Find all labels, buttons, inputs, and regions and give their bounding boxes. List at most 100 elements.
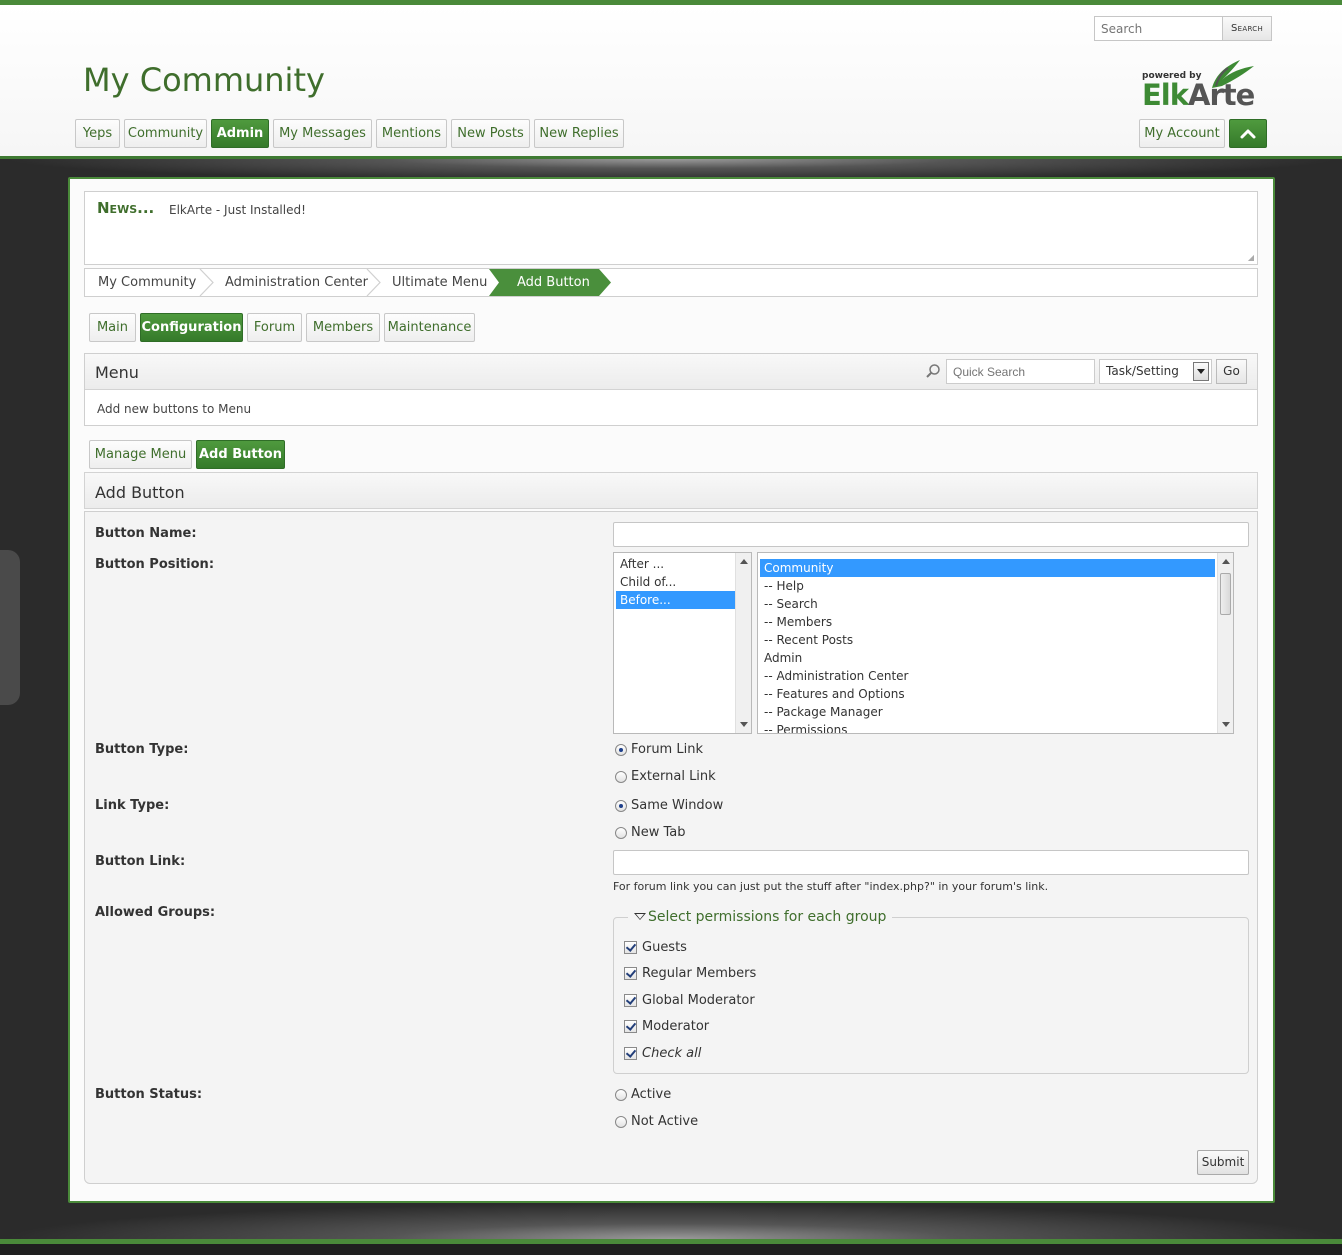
tab-maintenance[interactable]: Maintenance [384, 313, 475, 342]
link-type-label: Link Type: [95, 798, 170, 813]
brand-arte: Arte [1188, 78, 1255, 112]
tab-forum[interactable]: Forum [247, 313, 302, 342]
menu-section: Menu Task/Setting Go Add new buttons to … [84, 353, 1258, 426]
scroll-down-icon[interactable] [1222, 722, 1230, 727]
parent-option[interactable]: Admin [760, 649, 1215, 667]
menu-item-my-messages[interactable]: My Messages [273, 119, 372, 148]
radio-forum-link[interactable] [615, 744, 627, 756]
breadcrumb-item-add-button[interactable]: Add Button [517, 269, 590, 296]
checkbox-label: Check all [642, 1046, 702, 1061]
parent-option[interactable]: -- Help [760, 577, 1215, 595]
quick-search-go-button[interactable]: Go [1216, 359, 1247, 384]
menu-item-mentions[interactable]: Mentions [376, 119, 447, 148]
search-button[interactable]: Search [1222, 16, 1272, 41]
parent-option[interactable]: -- Package Manager [760, 703, 1215, 721]
parent-listbox-scrollbar[interactable] [1217, 553, 1233, 733]
menu-item-new-posts[interactable]: New Posts [451, 119, 530, 148]
manage-menu-tab[interactable]: Manage Menu [89, 440, 192, 469]
parent-option[interactable]: -- Administration Center [760, 667, 1215, 685]
menu-item-community[interactable]: Community [124, 119, 207, 148]
parent-option[interactable]: -- Features and Options [760, 685, 1215, 703]
radio-same-window[interactable] [615, 800, 627, 812]
menu-section-header: Menu Task/Setting Go [85, 354, 1257, 390]
add-button-tab[interactable]: Add Button [196, 440, 285, 469]
breadcrumb: My Community Administration Center Ultim… [84, 268, 1258, 297]
radio-label: Forum Link [631, 742, 703, 757]
scroll-up-icon[interactable] [740, 559, 748, 564]
quick-search-select-value: Task/Setting [1106, 364, 1179, 378]
quick-search-input[interactable] [946, 359, 1095, 384]
scroll-thumb[interactable] [1220, 573, 1231, 615]
checkbox[interactable] [624, 941, 637, 954]
chevron-up-icon [1240, 129, 1256, 139]
checkbox-label: Global Moderator [642, 993, 755, 1008]
breadcrumb-separator-icon [366, 269, 381, 296]
radio-not-active[interactable] [615, 1116, 627, 1128]
button-link-hint: For forum link you can just put the stuf… [613, 880, 1049, 893]
collapse-header-button[interactable] [1229, 119, 1267, 148]
button-link-input[interactable] [613, 850, 1249, 875]
menu-section-title: Menu [95, 363, 139, 382]
button-link-label: Button Link: [95, 854, 186, 869]
scroll-down-icon[interactable] [740, 722, 748, 727]
button-name-input[interactable] [613, 522, 1249, 547]
my-account-button[interactable]: My Account [1139, 119, 1225, 148]
parent-option[interactable]: Community [760, 559, 1215, 577]
checkbox[interactable] [624, 1047, 637, 1060]
menu-item-admin[interactable]: Admin [211, 119, 269, 148]
parent-option[interactable]: -- Members [760, 613, 1215, 631]
collapse-triangle-icon[interactable] [634, 913, 646, 920]
submit-button[interactable]: Submit [1197, 1150, 1249, 1175]
form-title: Add Button [95, 483, 185, 502]
magnifier-icon [926, 364, 940, 378]
button-status-label: Button Status: [95, 1087, 203, 1102]
add-button-form: Button Name: Button Position: After ... … [84, 511, 1258, 1184]
news-text: ElkArte - Just Installed! [169, 203, 306, 217]
position-option-child-of[interactable]: Child of... [616, 573, 735, 591]
menu-item-new-replies[interactable]: New Replies [534, 119, 624, 148]
tab-configuration[interactable]: Configuration [140, 313, 243, 342]
position-option-before[interactable]: Before... [616, 591, 735, 609]
tab-main[interactable]: Main [89, 313, 136, 342]
position-option-after[interactable]: After ... [616, 555, 735, 573]
checkbox-label: Guests [642, 940, 687, 955]
breadcrumb-item-my-community[interactable]: My Community [98, 269, 196, 296]
radio-label: Same Window [631, 798, 724, 813]
forum-title[interactable]: My Community [83, 61, 325, 99]
radio-external-link[interactable] [615, 771, 627, 783]
radio-label: Active [631, 1087, 672, 1102]
parent-option[interactable]: -- Permissions [760, 721, 1215, 733]
news-label: News... [97, 199, 155, 217]
radio-active[interactable] [615, 1089, 627, 1101]
resize-grip-icon[interactable]: ◢ [1248, 253, 1254, 262]
side-drawer-handle[interactable] [0, 550, 20, 705]
checkbox[interactable] [624, 994, 637, 1007]
checkbox[interactable] [624, 1020, 637, 1033]
quick-search-select[interactable]: Task/Setting [1099, 359, 1212, 384]
brand-elk: Elk [1142, 78, 1189, 112]
permissions-legend[interactable]: Select permissions for each group [628, 909, 893, 925]
search-input[interactable] [1094, 16, 1223, 41]
menu-item-yeps[interactable]: Yeps [75, 119, 120, 148]
brand-name: ElkArte [1142, 78, 1255, 112]
breadcrumb-separator-icon [199, 269, 214, 296]
elkarte-logo[interactable]: powered by ElkArte [1138, 58, 1258, 113]
radio-new-tab[interactable] [615, 827, 627, 839]
checkbox-label: Regular Members [642, 966, 757, 981]
button-position-label: Button Position: [95, 557, 215, 572]
parent-button-listbox[interactable]: Community -- Help -- Search -- Members -… [757, 552, 1234, 734]
parent-option[interactable]: -- Search [760, 595, 1215, 613]
parent-option[interactable]: -- Recent Posts [760, 631, 1215, 649]
checkbox[interactable] [624, 967, 637, 980]
permissions-fieldset: Select permissions for each group Guests… [613, 909, 1249, 1074]
position-type-listbox[interactable]: After ... Child of... Before... [613, 552, 752, 734]
breadcrumb-item-administration-center[interactable]: Administration Center [225, 269, 368, 296]
position-type-scrollbar[interactable] [735, 553, 751, 733]
breadcrumb-item-ultimate-menu[interactable]: Ultimate Menu [392, 269, 487, 296]
dropdown-arrow-icon [1193, 362, 1209, 381]
footer-shadow [0, 1203, 1342, 1239]
scroll-up-icon[interactable] [1222, 559, 1230, 564]
news-box: News... ElkArte - Just Installed! ◢ [84, 191, 1258, 265]
tab-members[interactable]: Members [306, 313, 380, 342]
allowed-groups-label: Allowed Groups: [95, 905, 216, 920]
